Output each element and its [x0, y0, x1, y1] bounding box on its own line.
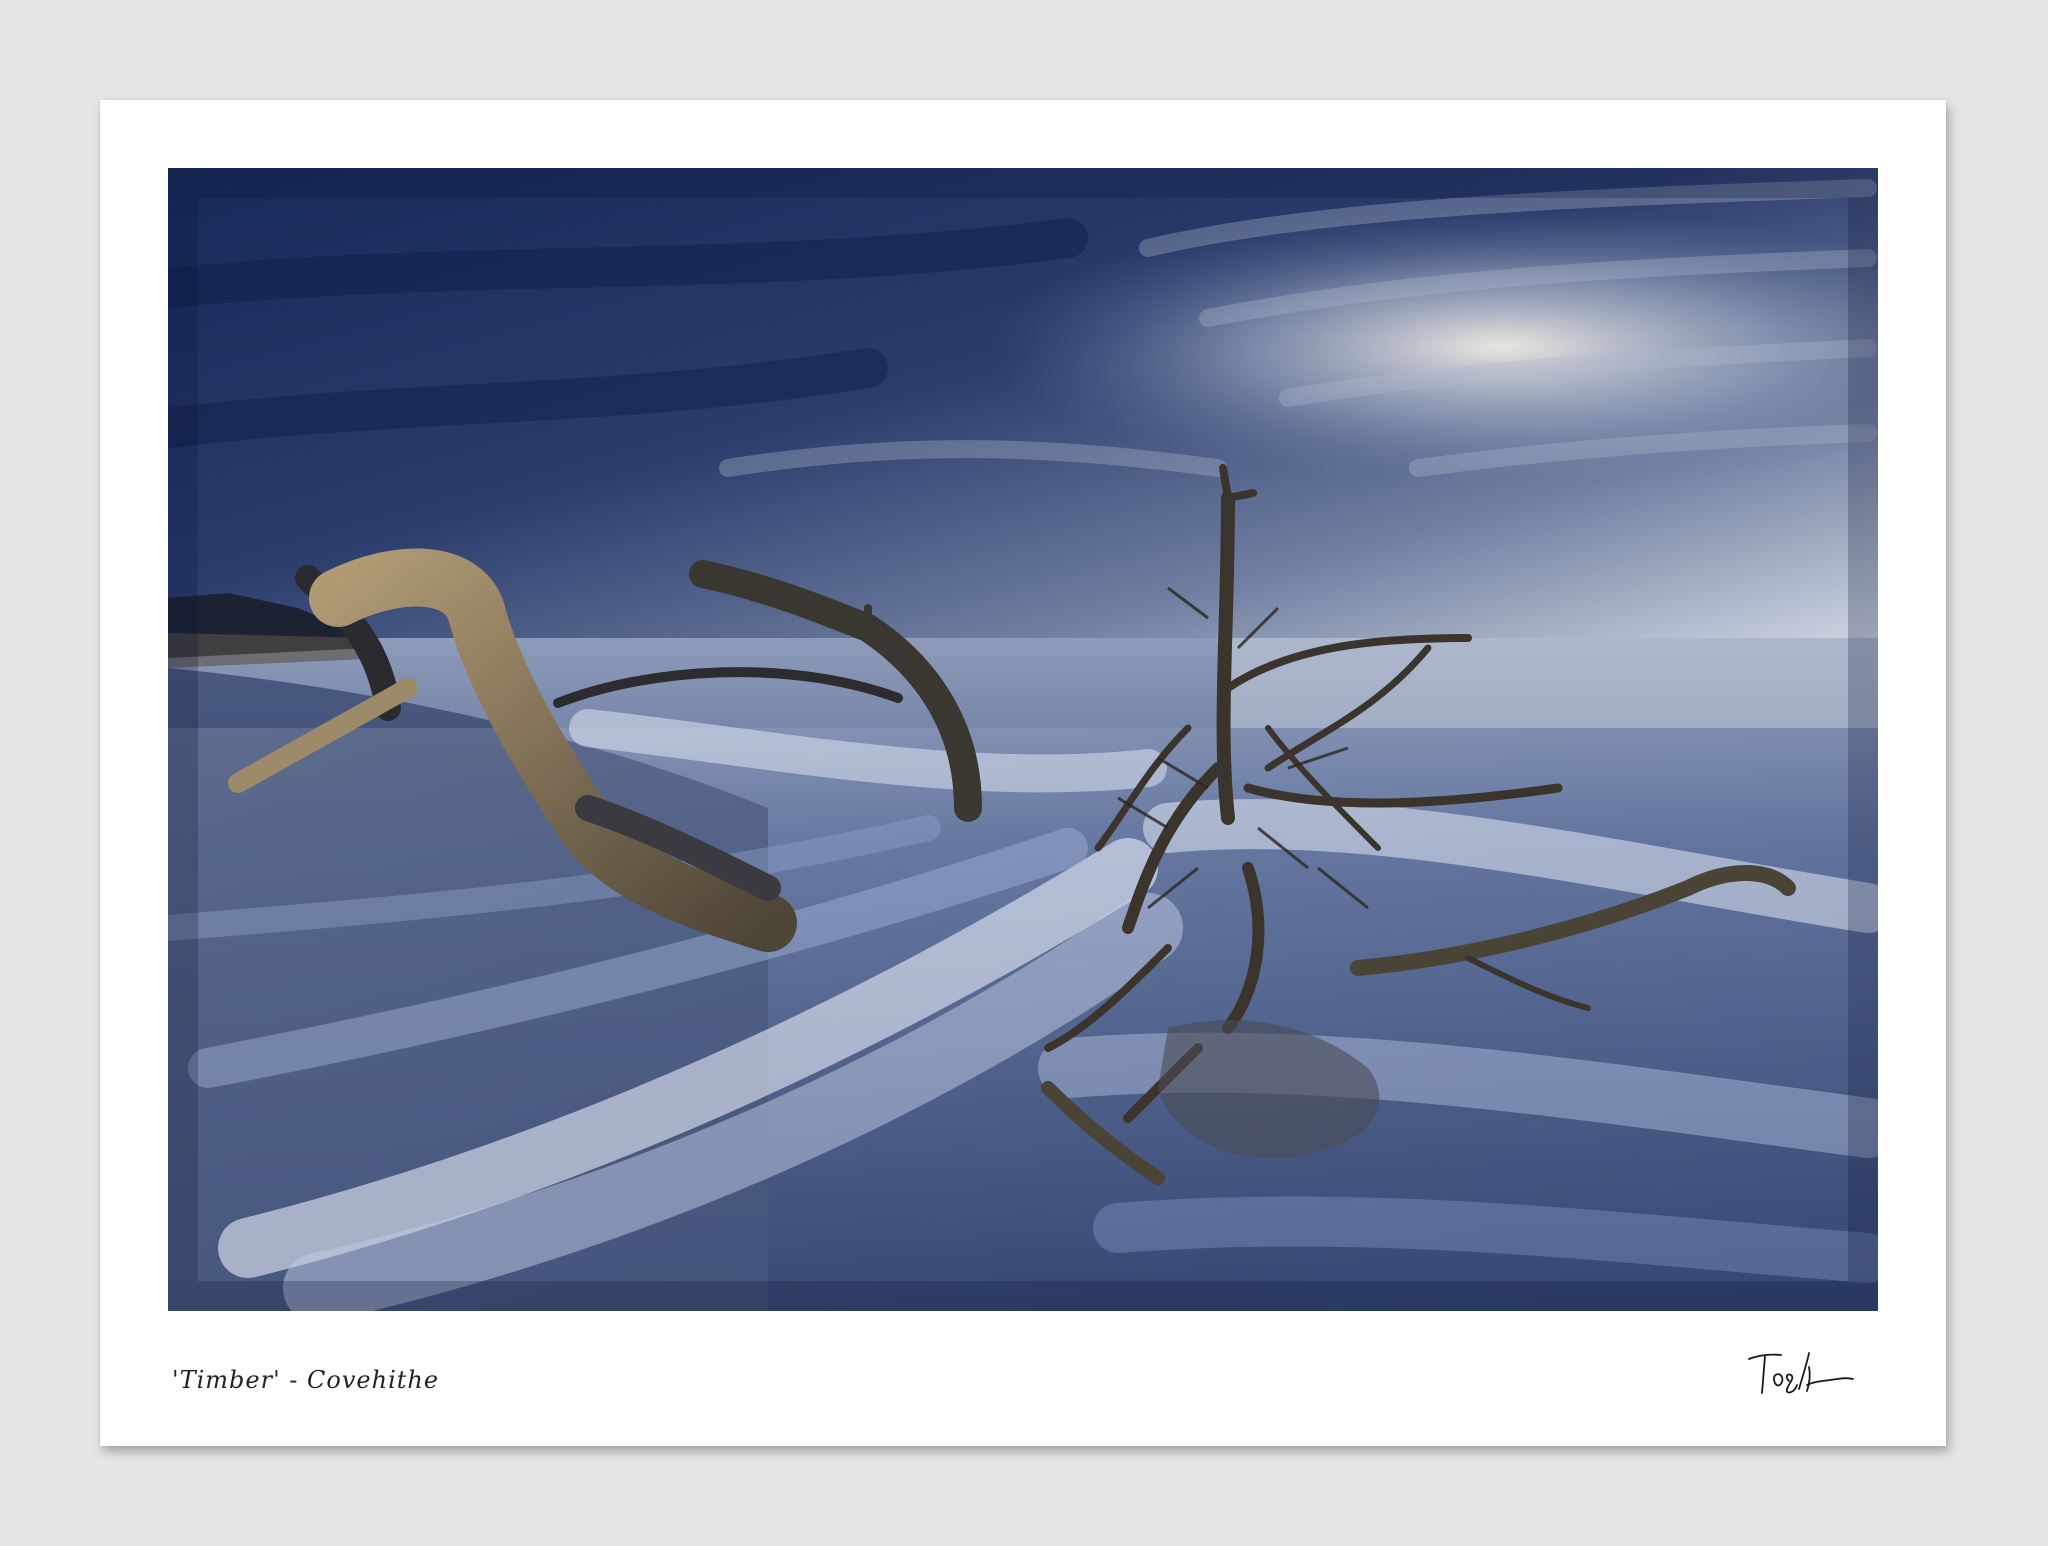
print-sheet: 'Timber' - Covehithe: [100, 100, 1946, 1446]
print-caption: 'Timber' - Covehithe: [172, 1366, 440, 1394]
seascape-photo: [168, 168, 1878, 1311]
signature-icon: [1748, 1352, 1854, 1394]
seascape-photo-svg: [168, 168, 1878, 1311]
